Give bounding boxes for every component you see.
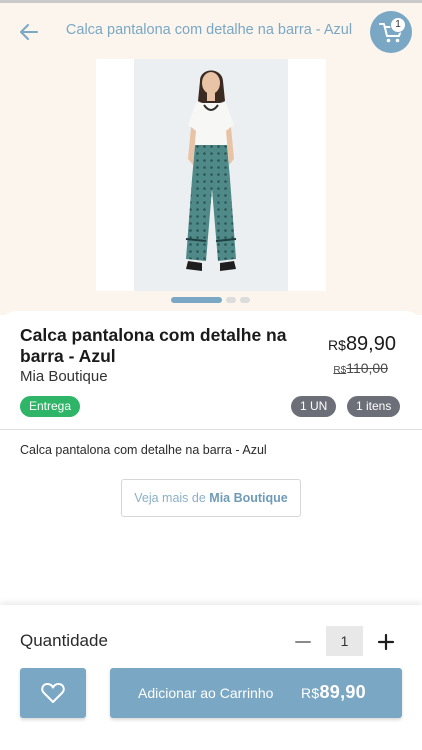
old-price-currency: R$ bbox=[333, 365, 347, 376]
divider bbox=[0, 429, 422, 430]
plus-icon bbox=[377, 633, 395, 651]
page-title: Calca pantalona com detalhe na barra - A… bbox=[65, 22, 353, 38]
quantity-input[interactable] bbox=[326, 626, 363, 656]
see-more-store-name: Mia Boutique bbox=[209, 491, 288, 505]
pagination-dot[interactable] bbox=[226, 297, 236, 303]
quantity-label: Quantidade bbox=[20, 631, 108, 650]
cart-count-badge: 1 bbox=[390, 17, 406, 33]
decrease-quantity-button[interactable] bbox=[290, 629, 316, 655]
favorite-button[interactable] bbox=[20, 668, 86, 718]
unit-badge: 1 UN bbox=[291, 396, 337, 417]
see-more-prefix: Veja mais de bbox=[134, 491, 210, 505]
product-details-card: Calca pantalona com detalhe na barra - A… bbox=[0, 311, 422, 611]
add-to-cart-total: R$89,90 bbox=[301, 682, 366, 703]
back-button[interactable] bbox=[14, 17, 44, 47]
cart-button[interactable]: 1 bbox=[370, 11, 412, 53]
heart-outline-icon bbox=[41, 683, 65, 703]
total-value: 89,90 bbox=[319, 682, 366, 702]
price-value: 89,90 bbox=[345, 333, 396, 355]
total-currency: R$ bbox=[300, 685, 320, 701]
pagination-dot[interactable] bbox=[240, 297, 250, 303]
price-currency: R$ bbox=[328, 337, 346, 353]
see-more-store-button[interactable]: Veja mais de Mia Boutique bbox=[121, 479, 301, 517]
product-image[interactable] bbox=[96, 59, 326, 291]
product-old-price: R$110,00 bbox=[333, 360, 388, 376]
minus-icon bbox=[295, 641, 311, 643]
pagination-dot-active[interactable] bbox=[171, 297, 222, 303]
product-header: Calca pantalona com detalhe na barra - A… bbox=[0, 3, 422, 315]
delivery-badge: Entrega bbox=[20, 396, 81, 417]
product-price: R$89,90 bbox=[328, 333, 396, 356]
items-badge: 1 itens bbox=[347, 396, 401, 417]
product-name: Calca pantalona com detalhe na barra - A… bbox=[20, 325, 287, 366]
add-to-cart-button[interactable]: Adicionar ao Carrinho R$89,90 bbox=[110, 668, 402, 718]
arrow-left-icon bbox=[20, 24, 38, 40]
gallery-pagination bbox=[171, 297, 250, 303]
store-name[interactable]: Mia Boutique bbox=[20, 368, 108, 385]
model-figure bbox=[185, 70, 237, 271]
increase-quantity-button[interactable] bbox=[373, 629, 399, 655]
old-price-value: 110,00 bbox=[346, 360, 388, 376]
purchase-bar: Quantidade Adicionar ao Carrinho R$89,90 bbox=[0, 605, 422, 750]
product-description: Calca pantalona com detalhe na barra - A… bbox=[20, 443, 267, 457]
add-to-cart-label: Adicionar ao Carrinho bbox=[138, 685, 274, 701]
